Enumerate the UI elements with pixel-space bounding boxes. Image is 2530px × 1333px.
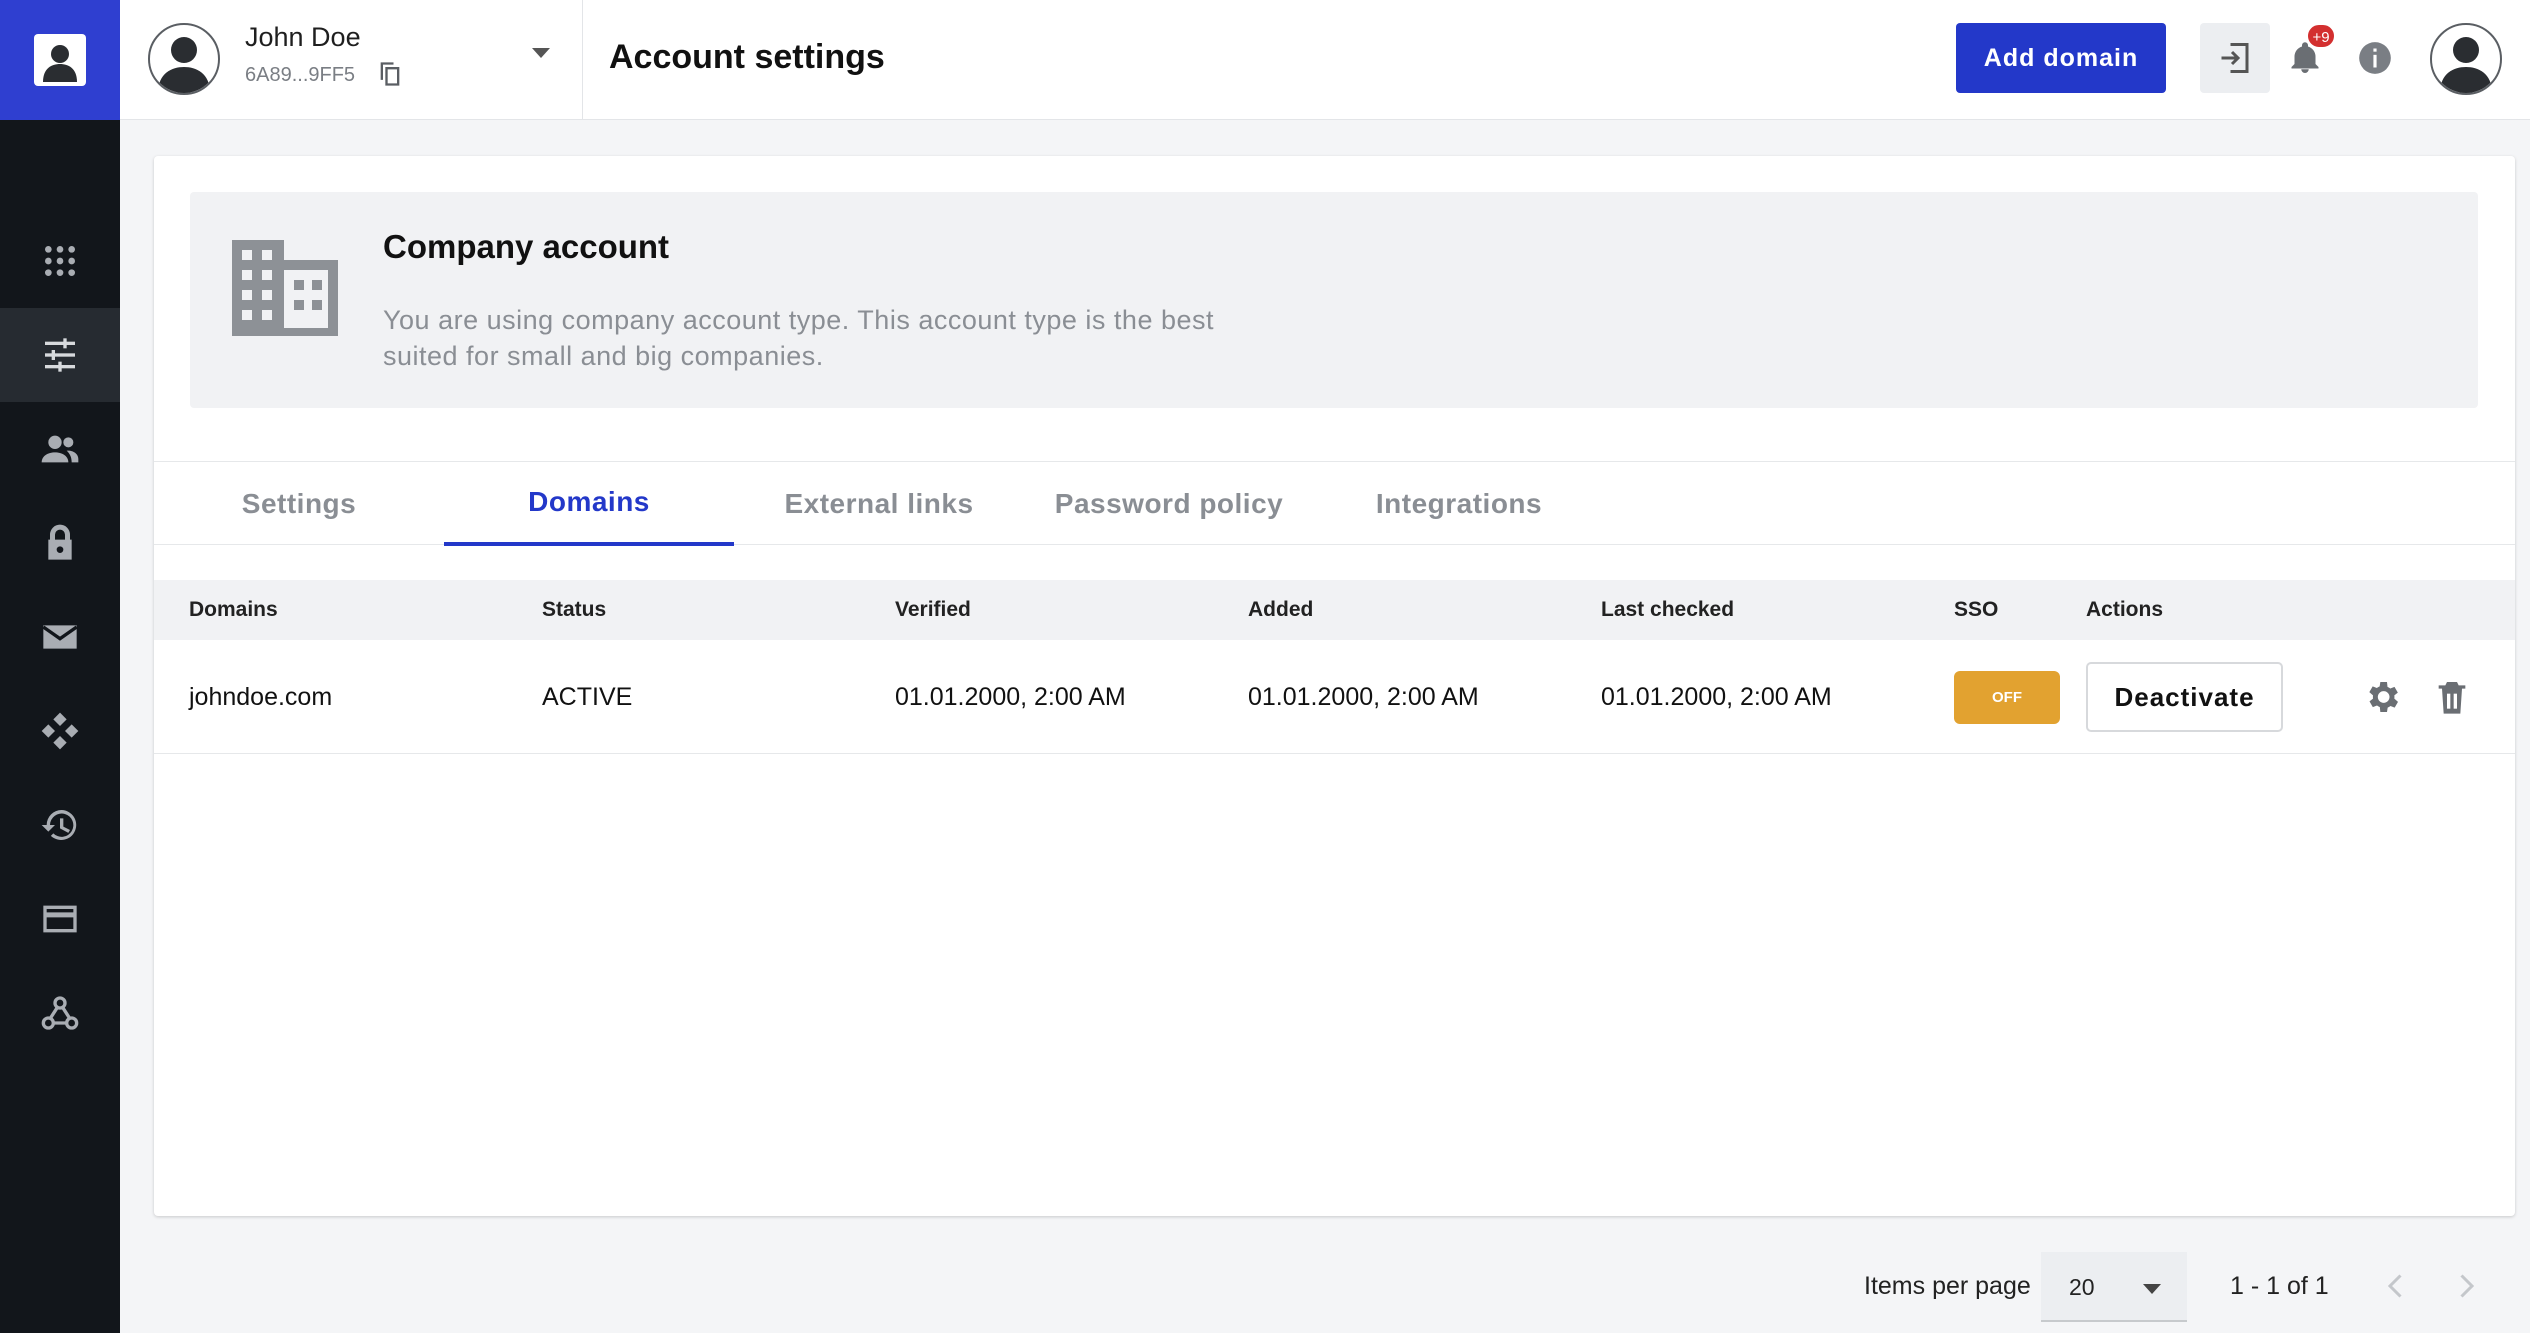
company-account-description: You are using company account type. This… xyxy=(383,305,1214,371)
nav-history[interactable] xyxy=(0,778,120,872)
login-button[interactable] xyxy=(2200,23,2270,93)
account-id: 6A89...9FF5 xyxy=(245,64,356,86)
trash-icon[interactable] xyxy=(2432,677,2472,717)
nav-users[interactable] xyxy=(0,402,120,496)
copy-icon[interactable] xyxy=(376,60,404,88)
tab-settings[interactable]: Settings xyxy=(154,462,444,546)
nav-settings[interactable] xyxy=(0,308,120,402)
last-checked-cell: 01.01.2000, 2:00 AM xyxy=(1601,683,1832,711)
nav-integrations[interactable] xyxy=(0,684,120,778)
info-icon xyxy=(2359,42,2391,74)
items-per-page-label: Items per page xyxy=(1864,1272,2031,1300)
sidebar xyxy=(0,0,120,1333)
column-header[interactable]: Domains xyxy=(189,580,278,640)
table-row: johndoe.com ACTIVE 01.01.2000, 2:00 AM 0… xyxy=(154,640,2515,754)
pagination-range: 1 - 1 of 1 xyxy=(2230,1272,2329,1300)
nav-mail[interactable] xyxy=(0,590,120,684)
apps-grid-icon xyxy=(45,246,75,276)
user-avatar[interactable] xyxy=(2430,23,2502,95)
info-button[interactable] xyxy=(2340,23,2410,93)
logo-avatar-icon xyxy=(34,34,86,86)
app-logo[interactable] xyxy=(0,0,120,120)
history-icon xyxy=(41,810,77,840)
top-header: John Doe 6A89...9FF5 Account settings Ad… xyxy=(120,0,2530,120)
account-name: John Doe xyxy=(245,22,361,52)
lock-icon xyxy=(48,524,72,560)
notifications-button[interactable]: +9 xyxy=(2270,23,2340,93)
company-account-title: Company account xyxy=(383,228,670,265)
status-cell: ACTIVE xyxy=(542,683,633,711)
column-header: SSO xyxy=(1954,598,1999,621)
deactivate-button[interactable]: Deactivate xyxy=(2086,662,2283,732)
column-header[interactable]: Added xyxy=(1248,580,1313,640)
sso-toggle[interactable]: OFF xyxy=(1954,671,2060,724)
chevron-down-icon xyxy=(2143,1284,2161,1294)
page-title: Account settings xyxy=(609,38,885,76)
tab-bar: Settings Domains External links Password… xyxy=(154,461,2515,546)
tab-external-links[interactable]: External links xyxy=(734,462,1024,546)
building-icon xyxy=(232,240,338,336)
login-icon xyxy=(2221,43,2249,73)
credit-card-icon xyxy=(43,905,77,933)
nav-billing[interactable] xyxy=(0,872,120,966)
nav-apps[interactable] xyxy=(0,214,120,308)
column-header[interactable]: Last checked xyxy=(1601,580,1734,640)
items-per-page-select[interactable]: 20 xyxy=(2041,1252,2187,1322)
company-account-banner: Company account You are using company ac… xyxy=(190,192,2478,408)
users-icon xyxy=(41,435,79,463)
diamond-nodes-icon xyxy=(41,712,79,750)
chevron-left-icon[interactable] xyxy=(2378,1268,2414,1304)
tab-integrations[interactable]: Integrations xyxy=(1314,462,1604,546)
column-header[interactable]: Status xyxy=(542,580,606,640)
tab-domains[interactable]: Domains xyxy=(444,462,734,546)
nav-security[interactable] xyxy=(0,496,120,590)
items-per-page-value: 20 xyxy=(2069,1274,2095,1300)
account-avatar xyxy=(148,23,220,95)
chevron-right-icon[interactable] xyxy=(2448,1268,2484,1304)
column-header: Actions xyxy=(2086,598,2164,621)
table-header: Domains Status Verified Added Last check… xyxy=(154,580,2515,640)
add-domain-button[interactable]: Add domain xyxy=(1956,23,2166,93)
account-switcher[interactable]: John Doe 6A89...9FF5 xyxy=(120,0,583,120)
gear-icon[interactable] xyxy=(2362,677,2402,717)
domains-card: Company account You are using company ac… xyxy=(154,156,2515,1216)
nav-webhooks[interactable] xyxy=(0,966,120,1060)
verified-cell: 01.01.2000, 2:00 AM xyxy=(895,683,1126,711)
chevron-down-icon[interactable] xyxy=(532,48,550,58)
sliders-icon xyxy=(45,338,75,372)
webhook-icon xyxy=(41,996,79,1030)
added-cell: 01.01.2000, 2:00 AM xyxy=(1248,683,1479,711)
column-header[interactable]: Verified xyxy=(895,580,971,640)
notifications-badge: +9 xyxy=(2306,23,2336,49)
mail-icon xyxy=(42,625,78,649)
domain-cell: johndoe.com xyxy=(189,683,333,711)
tab-password-policy[interactable]: Password policy xyxy=(1024,462,1314,546)
